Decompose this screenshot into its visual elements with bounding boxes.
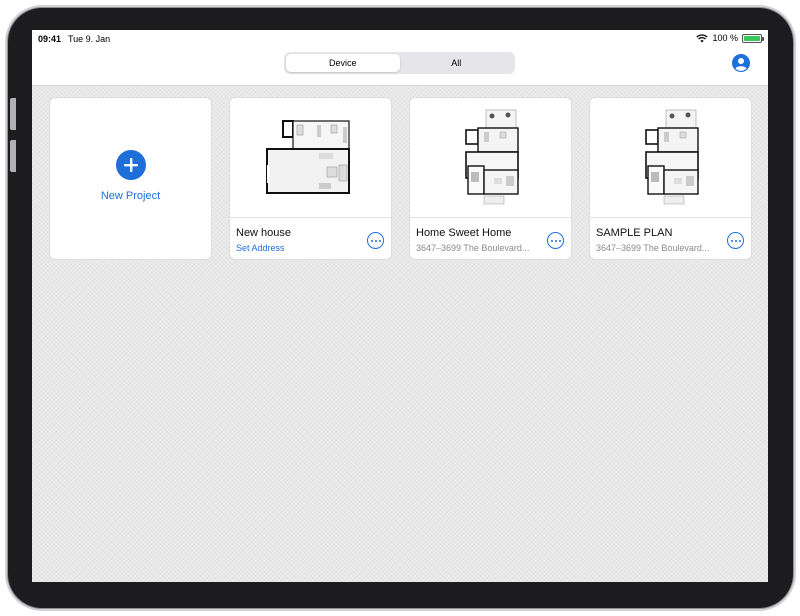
- project-address: 3647–3699 The Boulevard...: [416, 243, 530, 253]
- ellipsis-icon: [730, 239, 733, 242]
- side-button: [10, 140, 16, 172]
- more-options-button[interactable]: [727, 232, 744, 249]
- battery-percent: 100 %: [712, 33, 738, 43]
- ellipsis-icon: [370, 239, 373, 242]
- set-address-link[interactable]: Set Address: [236, 243, 356, 253]
- ellipsis-icon: [550, 239, 553, 242]
- side-button: [10, 98, 16, 130]
- project-title: SAMPLE PLAN: [596, 227, 673, 239]
- plus-icon: [115, 149, 146, 180]
- floorplan-detailed-icon: [464, 109, 519, 204]
- filter-segmented-control: Device All: [284, 52, 515, 74]
- battery-level: [744, 35, 760, 41]
- battery-icon: [742, 33, 764, 43]
- status-time: 09:41: [38, 34, 62, 44]
- status-indicators: 100 %: [696, 33, 764, 43]
- floorplan-thumbnail: [590, 98, 751, 218]
- wifi-icon: [696, 33, 709, 42]
- status-date: Tue 9. Jan: [68, 34, 111, 44]
- floorplan-thumbnail: [230, 98, 391, 218]
- floorplan-simple-icon: [265, 119, 350, 194]
- new-project-label: New Project: [100, 189, 161, 202]
- more-options-button[interactable]: [547, 232, 564, 249]
- new-project-card[interactable]: New Project: [49, 97, 212, 260]
- floorplan-detailed-icon: [644, 109, 699, 204]
- top-bar: 09:41 Tue 9. Jan 100 % Device All: [32, 30, 768, 86]
- person-circle-icon: [735, 58, 747, 71]
- segment-all[interactable]: All: [400, 54, 514, 72]
- floorplan-thumbnail: [410, 98, 571, 218]
- project-title: New house: [236, 227, 292, 239]
- project-card[interactable]: Home Sweet Home 3647–3699 The Boulevard.…: [409, 97, 572, 260]
- project-title: Home Sweet Home: [416, 227, 512, 239]
- project-address: 3647–3699 The Boulevard...: [596, 243, 710, 253]
- segment-device[interactable]: Device: [286, 54, 400, 72]
- more-options-button[interactable]: [367, 232, 384, 249]
- project-card[interactable]: New house Set Address: [229, 97, 392, 260]
- profile-button[interactable]: [732, 54, 750, 72]
- app-screen: 09:41 Tue 9. Jan 100 % Device All New Pr…: [32, 30, 768, 582]
- project-card[interactable]: SAMPLE PLAN 3647–3699 The Boulevard...: [589, 97, 752, 260]
